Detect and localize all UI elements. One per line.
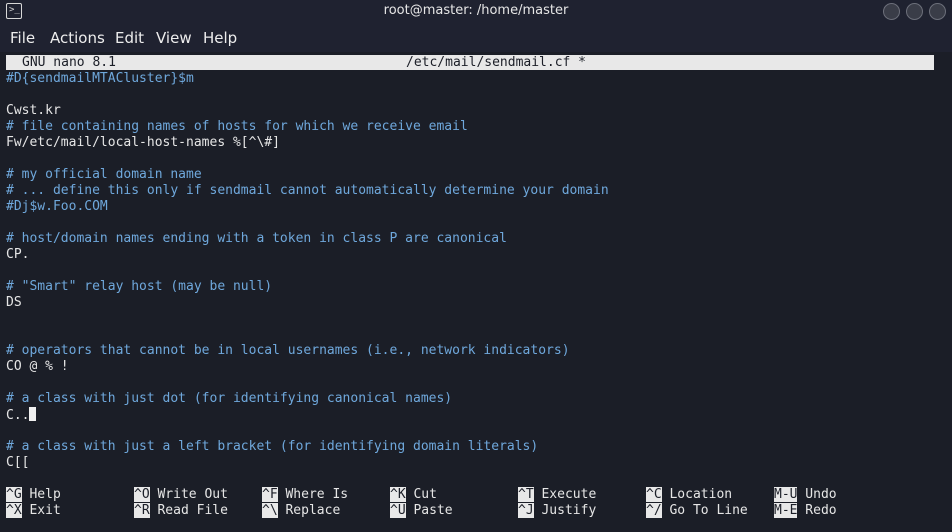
shortcut-key: ^J — [518, 503, 534, 518]
shortcut-key: ^K — [390, 487, 406, 502]
shortcut-item[interactable]: ^F Where Is — [262, 487, 348, 503]
editor-line[interactable]: C.. — [6, 407, 37, 423]
shortcut-label: Redo — [797, 503, 837, 518]
shortcut-label: Replace — [277, 503, 341, 518]
editor-line[interactable]: # "Smart" relay host (may be null) — [6, 279, 272, 295]
close-button[interactable] — [929, 3, 946, 20]
shortcut-label: Exit — [21, 503, 61, 518]
shortcut-item[interactable]: ^U Paste — [390, 503, 453, 519]
shortcut-item[interactable]: ^C Location — [646, 487, 732, 503]
shortcut-item[interactable]: M-E Redo — [774, 503, 837, 519]
maximize-button[interactable] — [906, 3, 923, 20]
shortcut-item[interactable]: ^\ Replace — [262, 503, 340, 519]
nano-header-bar: GNU nano 8.1 /etc/mail/sendmail.cf * — [6, 55, 934, 70]
shortcut-item[interactable]: M-U Undo — [774, 487, 837, 503]
editor-line[interactable]: # a class with just a left bracket (for … — [6, 439, 538, 455]
editor-line[interactable]: CP. — [6, 247, 29, 263]
shortcut-key: ^F — [262, 487, 278, 502]
shortcut-key: ^X — [6, 503, 22, 518]
editor-line[interactable]: # a class with just dot (for identifying… — [6, 391, 452, 407]
shortcut-key: ^R — [134, 503, 150, 518]
shortcut-label: Where Is — [277, 487, 349, 502]
shortcut-item[interactable]: ^R Read File — [134, 503, 228, 519]
shortcut-item[interactable]: ^/ Go To Line — [646, 503, 748, 519]
menu-actions[interactable]: Actions — [50, 29, 105, 47]
shortcut-key: ^C — [646, 487, 662, 502]
editor-line[interactable]: # file containing names of hosts for whi… — [6, 119, 468, 135]
shortcut-key: ^\ — [262, 503, 278, 518]
shortcut-item[interactable]: ^T Execute — [518, 487, 596, 503]
shortcut-key: ^O — [134, 487, 150, 502]
nano-filename: /etc/mail/sendmail.cf * — [406, 55, 587, 70]
shortcut-label: Paste — [405, 503, 453, 518]
shortcut-key: M-U — [774, 487, 798, 502]
shortcut-item[interactable]: ^O Write Out — [134, 487, 228, 503]
nano-version: GNU nano 8.1 — [22, 55, 116, 70]
shortcut-item[interactable]: ^K Cut — [390, 487, 437, 503]
menu-view[interactable]: View — [156, 29, 192, 47]
editor-line[interactable]: Cwst.kr — [6, 103, 61, 119]
shortcut-label: Justify — [533, 503, 597, 518]
editor-line[interactable]: # operators that cannot be in local user… — [6, 343, 570, 359]
editor-line[interactable]: # ... define this only if sendmail canno… — [6, 183, 609, 199]
shortcut-label: Read File — [149, 503, 228, 518]
shortcut-label: Undo — [797, 487, 837, 502]
shortcut-key: ^U — [390, 503, 406, 518]
text-cursor — [29, 407, 37, 421]
shortcut-key: ^G — [6, 487, 22, 502]
shortcut-label: Help — [21, 487, 61, 502]
minimize-button[interactable] — [883, 3, 900, 20]
shortcut-item[interactable]: ^J Justify — [518, 503, 596, 519]
shortcut-key: ^T — [518, 487, 534, 502]
editor-line[interactable]: # host/domain names ending with a token … — [6, 231, 507, 247]
editor-line[interactable]: #D{sendmailMTACluster}$m — [6, 71, 194, 87]
shortcut-label: Go To Line — [661, 503, 748, 518]
shortcut-label: Write Out — [149, 487, 228, 502]
editor-line[interactable]: CO @ % ! — [6, 359, 69, 375]
menu-bar: File Actions Edit View Help — [0, 24, 952, 52]
shortcut-key: M-E — [774, 503, 798, 518]
editor-line[interactable]: Fw/etc/mail/local-host-names %[^\#] — [6, 135, 280, 151]
shortcut-item[interactable]: ^G Help — [6, 487, 61, 503]
shortcut-item[interactable]: ^X Exit — [6, 503, 61, 519]
shortcut-label: Location — [661, 487, 733, 502]
editor-line[interactable]: C[[ — [6, 455, 29, 471]
menu-help[interactable]: Help — [203, 29, 237, 47]
editor-line[interactable]: # my official domain name — [6, 167, 202, 183]
window-title: root@master: /home/master — [383, 3, 569, 18]
window-titlebar: >_ root@master: /home/master — [0, 0, 952, 24]
shortcut-label: Execute — [533, 487, 597, 502]
editor-line[interactable]: #Dj$w.Foo.COM — [6, 199, 108, 215]
menu-file[interactable]: File — [10, 29, 35, 47]
editor-line[interactable]: DS — [6, 295, 22, 311]
shortcut-key: ^/ — [646, 503, 662, 518]
menu-edit[interactable]: Edit — [115, 29, 144, 47]
shortcut-label: Cut — [405, 487, 437, 502]
